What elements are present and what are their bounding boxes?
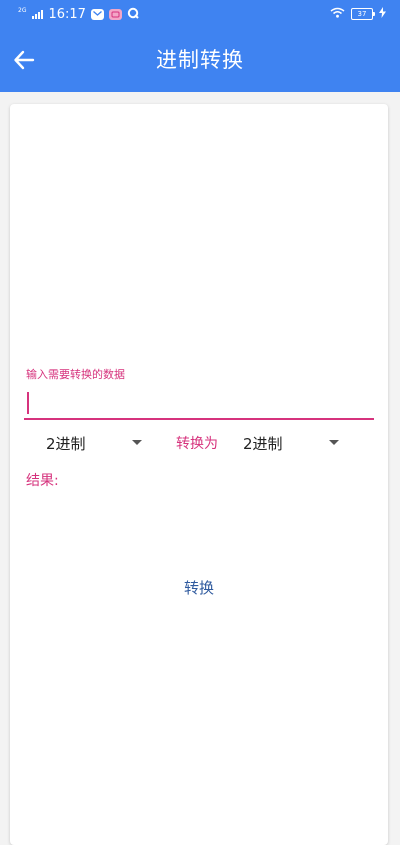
signal-icon (32, 9, 44, 19)
text-caret (27, 392, 29, 414)
result-label-text: 结果: (26, 473, 59, 489)
status-left: 2G 16:17 (0, 7, 139, 22)
status-bar: 2G 16:17 37 (0, 0, 400, 28)
to-base-value: 2进制 (243, 434, 283, 453)
message-app-icon (90, 8, 104, 20)
q-app-icon (127, 7, 139, 22)
app-bar: 进制转换 (0, 28, 400, 92)
charging-icon (379, 7, 386, 21)
from-base-value: 2进制 (46, 434, 86, 453)
network-type: 2G (18, 6, 27, 14)
page-title: 进制转换 (156, 48, 244, 72)
status-right: 37 (330, 0, 386, 28)
dropdown-arrow-icon (132, 440, 142, 445)
input-label: 输入需要转换的数据 (26, 368, 125, 381)
dropdown-arrow-icon (329, 440, 339, 445)
wifi-icon (330, 7, 345, 21)
battery-icon: 37 (351, 8, 375, 20)
convert-button[interactable]: 转换 (166, 572, 232, 604)
video-app-icon (108, 8, 122, 20)
to-base-select[interactable]: 2进制 (243, 430, 343, 456)
converter-card (10, 104, 388, 845)
number-input[interactable] (24, 386, 374, 420)
from-base-select[interactable]: 2进制 (46, 430, 146, 456)
result-label: 结果: (26, 470, 59, 490)
convert-to-label: 转换为 (176, 436, 218, 452)
status-time: 16:17 (48, 6, 86, 22)
